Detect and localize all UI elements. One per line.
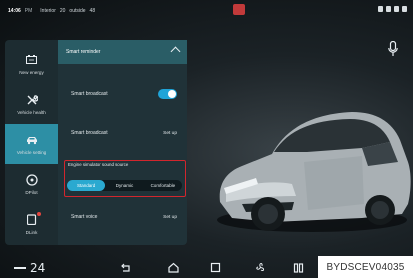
status-icons — [378, 6, 407, 12]
nav-label: DPilot — [25, 189, 38, 195]
left-nav: New energy Vehicle health Vehicle settin… — [5, 40, 58, 245]
home-icon[interactable] — [168, 262, 179, 273]
phone-icon — [26, 211, 41, 226]
status-bar: 14:06 PM Interior 20 outside 48 — [0, 0, 413, 22]
smart-broadcast-toggle[interactable] — [158, 89, 177, 99]
car-icon — [26, 134, 38, 146]
nav-label: Vehicle health — [17, 109, 46, 115]
clock-time: 14:06 — [8, 8, 21, 14]
nav-item-vehicle-setting[interactable]: Vehicle setting — [5, 124, 58, 164]
clock-am-pm: PM — [24, 8, 33, 14]
row-label: Smart broadcast — [71, 91, 108, 97]
notification-dot — [36, 211, 41, 216]
location-icon — [378, 6, 383, 12]
nav-item-new-energy[interactable]: New energy — [5, 44, 58, 84]
nav-item-dpilot[interactable]: DPilot — [5, 164, 58, 204]
temperature-dash — [14, 267, 26, 269]
seat-icon[interactable] — [293, 262, 304, 273]
sound-option-standard[interactable]: Standard — [67, 180, 106, 191]
outside-label: outside — [69, 8, 86, 14]
engine-sound-title: Engine simulator sound source — [68, 162, 129, 167]
smart-voice-row[interactable]: Smart voice Set up — [58, 210, 187, 224]
bluetooth-icon — [394, 6, 399, 12]
signal-icon — [386, 6, 391, 12]
microphone-icon[interactable] — [388, 40, 398, 57]
back-icon[interactable] — [120, 262, 131, 273]
nav-label: New energy — [19, 69, 44, 75]
document-code-watermark: BYDSCEV04035 — [318, 256, 413, 278]
sound-option-comfortable[interactable]: Comfortable — [144, 180, 182, 191]
set-up-button[interactable]: Set up — [163, 131, 177, 136]
engine-sound-selector: Standard Dynamic Comfortable — [67, 180, 182, 191]
nav-item-dlink[interactable]: DLink — [5, 204, 58, 244]
wifi-icon — [402, 6, 407, 12]
bottom-dock: 24 — [0, 256, 318, 278]
row-label: Smart broadcast — [71, 130, 108, 136]
sound-option-dynamic[interactable]: Dynamic — [105, 180, 143, 191]
battery-icon — [26, 54, 38, 66]
recent-apps-icon[interactable] — [210, 262, 221, 273]
smart-broadcast-toggle-row: Smart broadcast — [58, 85, 187, 103]
interior-label: Interior — [40, 8, 56, 14]
outside-temp: 48 — [89, 8, 96, 14]
set-up-button[interactable]: Set up — [163, 215, 177, 220]
vehicle-screen: 14:06 PM Interior 20 outside 48 New ener… — [0, 0, 413, 278]
nav-label: DLink — [25, 229, 38, 235]
nav-item-vehicle-health[interactable]: Vehicle health — [5, 84, 58, 124]
nav-label: Vehicle setting — [16, 149, 47, 155]
car-illustration — [217, 112, 411, 232]
smart-broadcast-setup-row[interactable]: Smart broadcast Set up — [58, 126, 187, 140]
fan-icon[interactable] — [255, 262, 266, 273]
toggle-knob — [168, 90, 176, 98]
smart-reminder-header[interactable]: Smart reminder — [58, 40, 187, 64]
row-label: Smart voice — [71, 214, 98, 220]
notification-icon[interactable] — [233, 4, 245, 15]
panel-header-title: Smart reminder — [66, 49, 101, 55]
temperature-readout[interactable]: 24 — [30, 261, 45, 275]
chevron-up-icon[interactable] — [170, 46, 181, 57]
settings-panel: Smart reminder Smart broadcast Smart bro… — [58, 40, 187, 245]
steering-wheel-icon — [25, 173, 38, 186]
interior-temp: 20 — [59, 8, 66, 14]
wrench-icon — [26, 94, 38, 106]
